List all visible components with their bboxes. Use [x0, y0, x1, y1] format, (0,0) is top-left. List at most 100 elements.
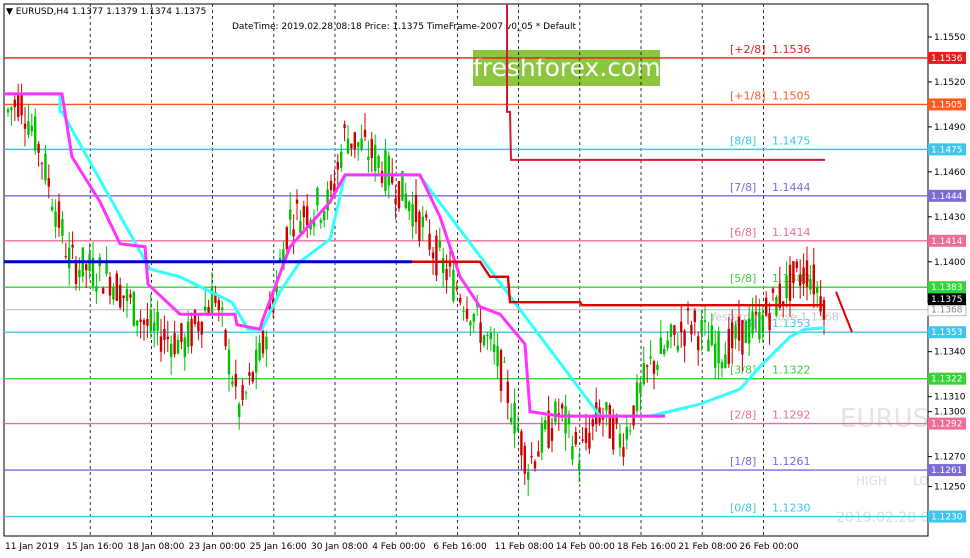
candle-body — [115, 273, 118, 301]
candle-body — [122, 295, 125, 299]
candle-body — [159, 336, 163, 352]
candle-body — [51, 206, 54, 211]
price-tag-text: 1.1322 — [931, 375, 963, 385]
candle-body — [493, 344, 496, 352]
candle-body — [323, 211, 326, 221]
candle-body — [469, 321, 472, 326]
candle-body — [363, 129, 367, 137]
candle-body — [737, 316, 741, 341]
candle-body — [17, 92, 20, 117]
candle-body — [37, 143, 40, 153]
candle-body — [346, 138, 350, 154]
x-tick-label: 21 Feb 08:00 — [678, 542, 737, 552]
candle-body — [516, 427, 520, 431]
x-tick-label: 26 Feb 00:00 — [739, 542, 798, 552]
candle-body — [608, 405, 611, 439]
x-tick-label: 11 Feb 08:00 — [495, 542, 554, 552]
candle-body — [78, 269, 81, 278]
murrey-level-value: 1.1475 — [772, 134, 811, 147]
candle-body — [340, 151, 343, 168]
candle-body — [183, 337, 186, 358]
candle-body — [482, 335, 486, 346]
candle-body — [261, 330, 265, 354]
candle-body — [64, 255, 67, 258]
y-tick-label: 1.1340 — [934, 348, 966, 358]
candle-body — [251, 372, 254, 382]
murrey-level-label: [1/8] — [730, 455, 756, 468]
x-tick-label: 14 Feb 00:00 — [556, 542, 615, 552]
candle-body — [68, 247, 71, 269]
y-tick-label: 1.1300 — [934, 408, 966, 418]
candle-body — [795, 261, 798, 268]
candle-body — [292, 229, 295, 237]
candle-body — [506, 381, 509, 404]
candle-body — [227, 349, 231, 375]
candle-body — [40, 163, 44, 165]
x-tick-label: 18 Feb 16:00 — [617, 542, 676, 552]
candle-body — [54, 211, 57, 227]
candle-body — [510, 417, 513, 423]
candle-body — [680, 321, 683, 332]
murrey-level-label: [2/8] — [730, 409, 756, 422]
candle-body — [714, 343, 717, 368]
candle-body — [71, 244, 74, 248]
candle-body — [479, 322, 482, 343]
candle-body — [618, 433, 622, 448]
current-price-tag-text: 1.1375 — [931, 295, 963, 305]
price-tag-text: 1.1261 — [931, 466, 963, 476]
y-tick-label: 1.1270 — [934, 453, 966, 463]
y-tick-label: 1.1430 — [934, 213, 966, 223]
candle-body — [374, 144, 377, 171]
candle-body — [741, 320, 744, 355]
murrey-level-value: 1.1536 — [772, 43, 811, 56]
candle-body — [659, 337, 662, 354]
murrey-level-label: [7/8] — [730, 181, 756, 194]
candle-body — [761, 314, 764, 334]
murrey-level-value: 1.1292 — [772, 409, 811, 422]
candle-body — [119, 284, 122, 308]
candle-body — [710, 325, 713, 346]
candle-body — [561, 404, 564, 409]
murrey-level-label: [5/8] — [730, 272, 756, 285]
candle-body — [329, 180, 333, 191]
price-tag-text: 1.1475 — [931, 145, 963, 155]
candle-body — [234, 373, 237, 387]
y-tick-label: 1.1400 — [934, 258, 966, 268]
candle-body — [6, 109, 10, 113]
candle-body — [744, 321, 747, 343]
candle-body — [316, 187, 319, 206]
candle-body — [442, 258, 445, 274]
candle-body — [625, 426, 628, 440]
candle-body — [302, 206, 305, 218]
candle-body — [496, 346, 499, 367]
murrey-level-value: 1.1261 — [772, 455, 811, 468]
candle-body — [20, 93, 23, 116]
candle-body — [139, 319, 142, 323]
candle-body — [554, 401, 557, 423]
price-tag-text: 1.1230 — [931, 513, 963, 523]
price-chart[interactable]: 11 Jan 2019 15 Jan 16:00 18 Jan 08:00 23 Ja… — [0, 0, 970, 558]
candle-body — [581, 439, 584, 441]
candle-body — [380, 170, 384, 184]
candle-body — [533, 461, 537, 469]
candle-body — [44, 153, 47, 181]
y-tick-label: 1.1550 — [934, 33, 966, 43]
candle-body — [149, 309, 152, 332]
candle-body — [193, 310, 197, 324]
candle-body — [61, 219, 64, 236]
x-tick-label: 4 Feb 00:00 — [372, 542, 426, 552]
candle-body — [265, 336, 268, 350]
candle-body — [550, 428, 554, 441]
candle-body — [523, 445, 526, 474]
candle-body — [95, 286, 98, 292]
candle-body — [295, 199, 299, 204]
murrey-level-label: [0/8] — [730, 502, 756, 515]
x-tick-label: 23 Jan 00:00 — [189, 542, 246, 552]
grey-price-tag-text: 1.1368 — [931, 306, 963, 316]
candle-body — [241, 385, 244, 400]
murrey-level-value: 1.1444 — [772, 181, 811, 194]
price-tag-text: 1.1383 — [931, 283, 963, 293]
candle-body — [231, 381, 234, 385]
candle-body — [520, 431, 523, 456]
candle-body — [421, 216, 424, 228]
